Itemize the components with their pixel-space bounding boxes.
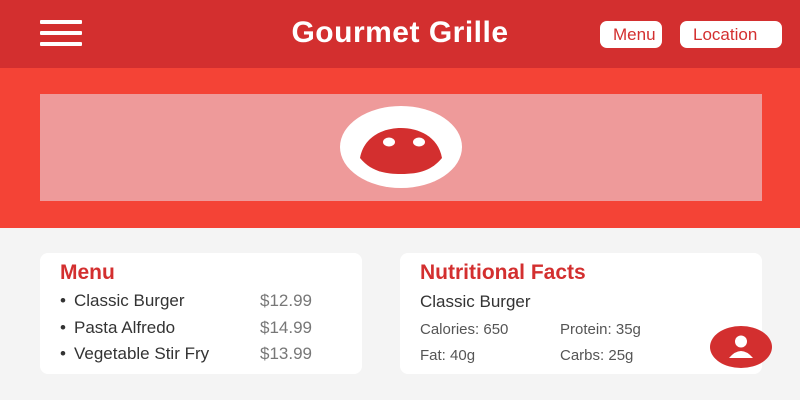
logo-glyph [360,128,442,174]
menu-item-name: Vegetable Stir Fry [74,344,210,363]
menu-item-name: Classic Burger [74,291,185,310]
hamburger-line [40,20,82,24]
app-header: Gourmet Grille Menu Location [0,0,800,68]
menu-card: Menu • Classic Burger $12.99 • Pasta Alf… [40,253,362,374]
hamburger-line [40,31,82,35]
nutrition-card: Nutritional Facts Classic Burger Calorie… [400,253,762,374]
menu-item-name: Pasta Alfredo [74,317,176,337]
nav-location-button[interactable]: Location [680,21,782,48]
menu-item-price: $12.99 [260,291,312,310]
hero-banner [0,68,800,228]
menu-item[interactable]: • Classic Burger $12.99 [60,291,360,318]
menu-item-price: $14.99 [260,317,312,337]
menu-list: • Classic Burger $12.99 • Pasta Alfredo … [60,291,360,371]
menu-card-title: Menu [60,261,115,284]
nav-menu-button[interactable]: Menu [600,21,662,48]
nutrition-item-name: Classic Burger [420,292,531,311]
bullet-icon: • [60,291,66,310]
nutrition-carbs: Carbs: 25g [560,347,634,364]
nutrition-card-title: Nutritional Facts [420,261,586,284]
nutrition-protein: Protein: 35g [560,321,641,338]
menu-item[interactable]: • Vegetable Stir Fry $13.99 [60,344,360,371]
hamburger-line [40,42,82,46]
bullet-icon: • [60,317,66,337]
restaurant-logo-icon [340,106,462,188]
nutrition-fat: Fat: 40g [420,347,476,364]
menu-item-price: $13.99 [260,344,312,363]
nutrition-calories: Calories: 650 [420,321,509,338]
hamburger-menu-icon[interactable] [40,20,82,46]
user-profile-icon [729,335,753,358]
bullet-icon: • [60,344,66,363]
banner-image-placeholder [40,94,762,201]
user-profile-button[interactable] [710,326,772,368]
menu-item[interactable]: • Pasta Alfredo $14.99 [60,318,360,345]
